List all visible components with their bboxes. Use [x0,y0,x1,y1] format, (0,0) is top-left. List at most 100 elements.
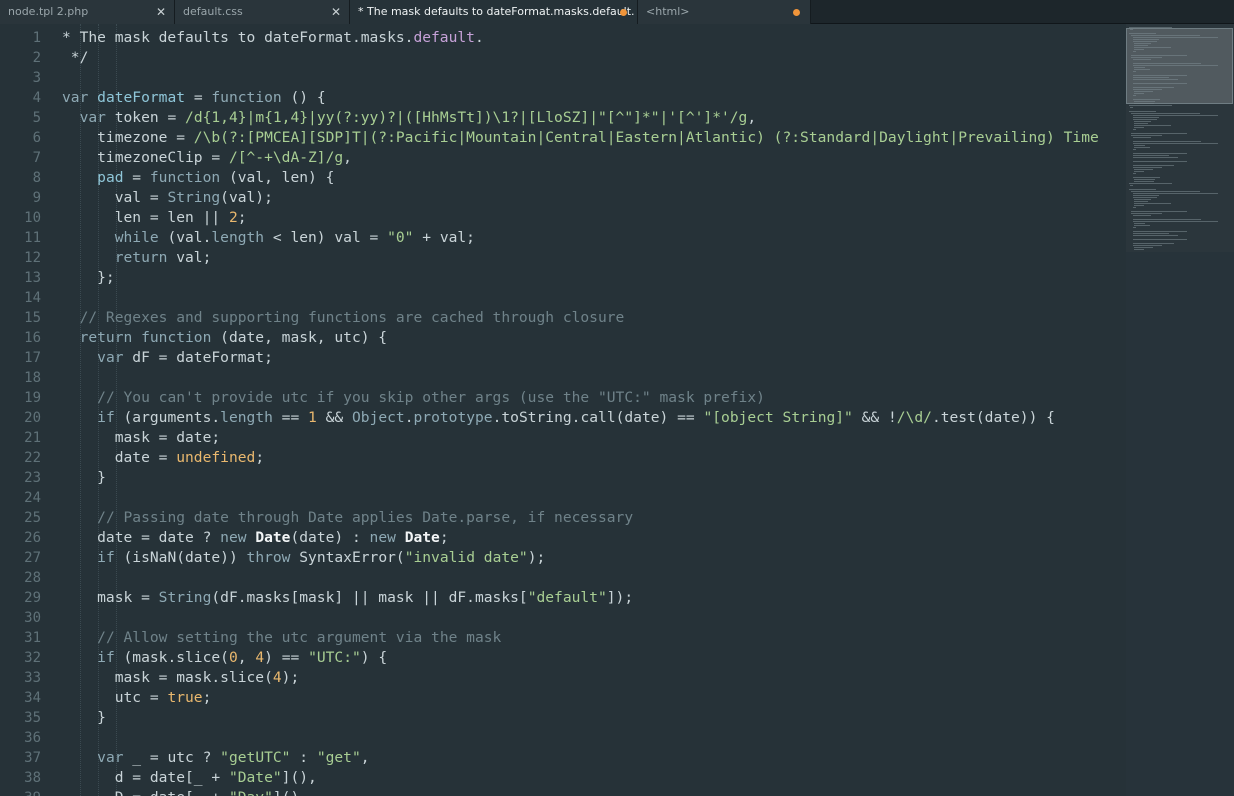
tab-4[interactable]: <html> [638,0,811,24]
minimap-line [1132,129,1136,130]
code-line[interactable]: timezoneClip = /[^-+\dA-Z]/g, [62,148,352,168]
code-line[interactable]: while (val.length < len) val = "0" + val… [62,228,475,248]
code-line[interactable]: return function (date, mask, utc) { [62,328,388,348]
minimap-line [1132,221,1219,222]
code-token: ](), [281,769,317,786]
minimap-line [1129,27,1173,28]
code-token: "invalid date" [404,549,528,566]
code-line[interactable]: var _ = utc ? "getUTC" : "get", [62,748,370,768]
code-token: && ! [852,409,897,426]
unsaved-dot-icon[interactable] [620,9,627,16]
code-line[interactable]: mask = date; [62,428,220,448]
code-line[interactable]: */ [62,48,89,68]
minimap-line [1130,133,1187,134]
tab-2[interactable]: default.css ✕ [175,0,350,24]
code-line[interactable]: var dateFormat = function () { [62,88,326,108]
code-line[interactable]: timezone = /\b(?:[PMCEA][SDP]T|(?:Pacifi… [62,128,1099,148]
line-number: 10 [24,210,41,226]
minimap-line [1134,145,1146,146]
unsaved-dot-icon[interactable] [793,9,800,16]
minimap-line [1134,147,1150,148]
line-number-gutter: 1 2 3 4 5 6 7 8 9 10 11 12 13 14 15 16 17 18 19 20 21 22 23 24 2… [0,24,62,796]
code-line[interactable]: D = date[_ + "Day"](), [62,788,308,796]
minimap-line [1130,191,1201,192]
code-line[interactable]: var token = /d{1,4}|m{1,4}|yy(?:yy)?|([H… [62,108,757,128]
code-token: "getUTC" [220,749,291,766]
code-line[interactable]: }; [62,268,115,288]
minimap-line [1132,219,1201,220]
line-number: 23 [24,470,41,486]
minimap-line [1134,91,1154,92]
code-line[interactable]: mask = mask.slice(4); [62,668,300,688]
minimap-line [1134,201,1148,202]
code-editor[interactable]: * The mask defaults to dateFormat.masks.… [62,24,1126,796]
minimap-line [1129,183,1173,184]
minimap-line [1132,137,1151,138]
minimap-line [1134,171,1145,172]
line-number: 17 [24,350,41,366]
tab-1[interactable]: node.tpl 2.php ✕ [0,0,175,24]
code-line[interactable]: var dF = dateFormat; [62,348,273,368]
code-line[interactable]: // Passing date through Date applies Dat… [62,508,633,528]
minimap-line [1132,231,1188,232]
code-line[interactable]: date = undefined; [62,448,264,468]
code-line[interactable]: val = String(val); [62,188,273,208]
minimap-line [1132,177,1161,178]
minimap-line [1132,117,1159,118]
code-token: , [360,749,370,766]
code-line[interactable]: // Regexes and supporting functions are … [62,308,625,328]
minimap[interactable] [1126,24,1234,796]
minimap-line [1134,43,1151,44]
code-token: len = len || [62,209,229,226]
code-line[interactable]: * The mask defaults to dateFormat.masks.… [62,28,484,48]
code-line[interactable]: d = date[_ + "Date"](), [62,768,317,788]
code-token: = [185,89,212,106]
code-token: mask = [62,589,159,606]
code-line[interactable]: pad = function (val, len) { [62,168,334,188]
minimap-line [1132,95,1136,96]
minimap-line [1132,115,1219,116]
code-token: "Date" [228,769,282,786]
code-line[interactable]: if (arguments.length == 1 && Object.prot… [62,408,1055,428]
minimap-line [1132,227,1136,228]
code-token: ; [237,209,247,226]
code-token: utc = [62,689,168,706]
code-token: = [123,169,150,186]
code-line[interactable]: return val; [62,248,212,268]
code-token: (date, mask, utc) { [211,329,388,346]
tab-3[interactable]: * The mask defaults to dateFormat.masks.… [350,0,638,24]
code-line[interactable]: if (mask.slice(0, 4) == "UTC:") { [62,648,387,668]
code-token: ) == [264,649,309,666]
line-number: 6 [32,130,41,146]
code-line[interactable]: } [62,468,106,488]
minimap-line [1132,75,1188,76]
code-line[interactable]: date = date ? new Date(date) : new Date; [62,528,449,548]
code-token: String [167,189,221,206]
code-token: ); [527,549,546,566]
close-tab-icon[interactable]: ✕ [156,0,166,24]
code-line[interactable]: } [62,708,106,728]
code-line[interactable]: if (isNaN(date)) throw SyntaxError("inva… [62,548,545,568]
code-token: . [404,409,414,426]
code-token: () { [281,89,326,106]
code-line[interactable]: mask = String(dF.masks[mask] || mask || … [62,588,633,608]
code-line[interactable]: // You can't provide utc if you skip oth… [62,388,765,408]
line-number: 38 [24,770,41,786]
code-token: val; [167,249,212,266]
code-token: 0 [228,649,238,666]
code-line[interactable]: // Allow setting the utc argument via th… [62,628,501,648]
code-line[interactable]: utc = true; [62,688,212,708]
code-line[interactable]: len = len || 2; [62,208,247,228]
minimap-line [1132,119,1157,120]
minimap-line [1134,103,1155,104]
code-token: "UTC:" [308,649,361,666]
code-token: prototype [413,409,493,426]
code-token: SyntaxError( [290,549,405,566]
code-token: /\b(?:[PMCEA][SDP]T|(?:Pacific|Mountain|… [193,129,1099,146]
close-tab-icon[interactable]: ✕ [331,0,341,24]
